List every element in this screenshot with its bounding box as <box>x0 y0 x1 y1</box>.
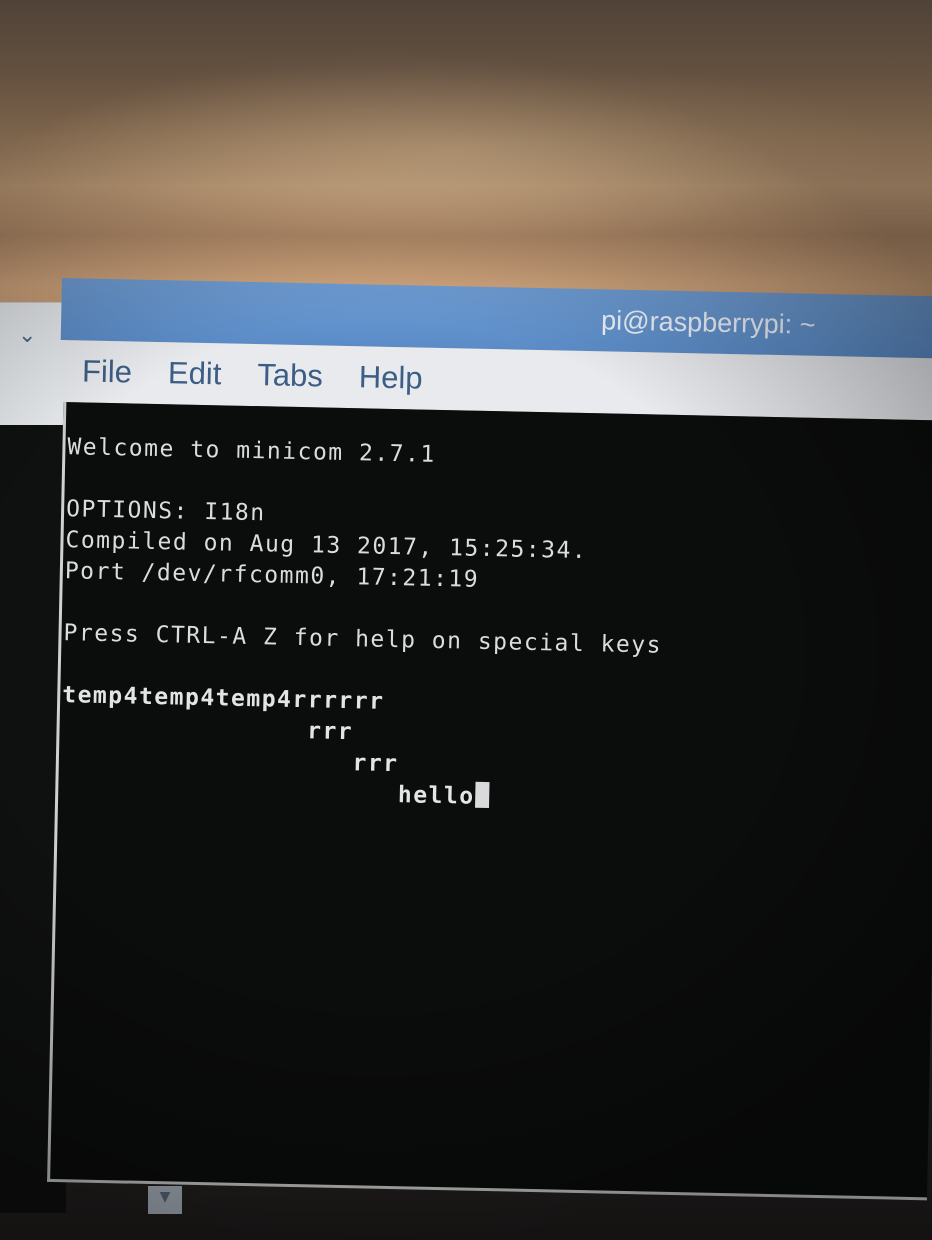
scroll-down-icon[interactable]: ▼ <box>148 1186 182 1214</box>
menu-tabs[interactable]: Tabs <box>257 357 323 394</box>
terminal-output[interactable]: Welcome to minicom 2.7.1 OPTIONS: I18n C… <box>47 402 932 1201</box>
menu-file[interactable]: File <box>82 353 133 390</box>
terminal-window: pi@raspberrypi: ~ File Edit Tabs Help We… <box>43 278 932 1216</box>
window-title: pi@raspberrypi: ~ <box>600 305 816 340</box>
photo-scene: ⌄ pi@raspberrypi: ~ File Edit Tabs Help … <box>0 0 932 1240</box>
menu-edit[interactable]: Edit <box>168 355 222 392</box>
menu-help[interactable]: Help <box>358 359 422 396</box>
chevron-down-icon[interactable]: ⌄ <box>18 325 36 347</box>
text-cursor <box>475 781 490 809</box>
terminal-line-text: hello <box>60 775 475 810</box>
background-window-header: ⌄ <box>0 303 66 425</box>
wallpaper-glare <box>0 0 932 320</box>
